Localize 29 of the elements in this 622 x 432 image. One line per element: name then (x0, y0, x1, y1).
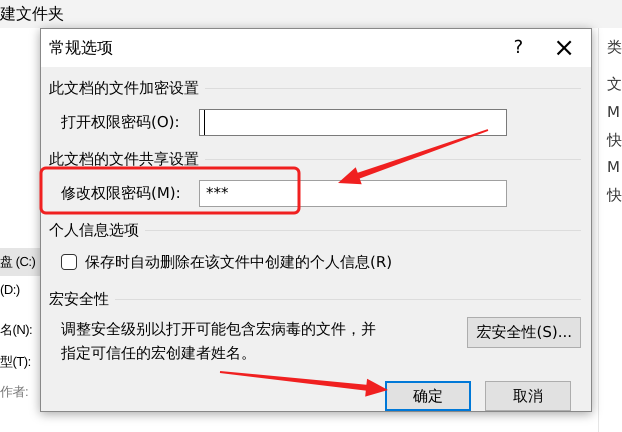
field-label: 名(N): (0, 321, 34, 339)
details-label: 快 (607, 185, 622, 206)
help-button[interactable]: ? (500, 38, 538, 57)
dialog-title: 常规选项 (49, 36, 114, 59)
description-text: 调整安全级别以打开可能包含宏病毒的文件，并指定可信任的宏创建者姓名。 (61, 319, 377, 364)
field-label: 型(T): (0, 353, 32, 371)
toolbar-button[interactable]: 建文件夹 (0, 0, 622, 28)
dialog-button[interactable]: 取消 (485, 381, 571, 411)
details-label: M (607, 102, 621, 123)
drive-item[interactable]: 盘 (C:) (0, 248, 40, 276)
section-heading: 个人信息选项 (49, 220, 139, 242)
section-heading: 此文档的文件加密设置 (49, 78, 199, 100)
checkbox-label: 保存时自动删除在该文件中创建的个人信息(R) (85, 252, 392, 272)
section-heading: 此文档的文件共享设置 (49, 149, 199, 170)
details-label: 文 (607, 74, 622, 95)
author-label: 作者: (0, 383, 30, 401)
macro-security-button[interactable]: 宏安全性(S)... (467, 317, 581, 348)
checkbox[interactable] (61, 254, 77, 270)
details-label: 快 (607, 130, 622, 150)
section-heading: 宏安全性 (49, 288, 109, 310)
dialog-button[interactable]: 确定 (385, 381, 471, 411)
details-label: M (607, 157, 621, 178)
close-button[interactable]: × (537, 34, 591, 61)
password-field[interactable]: *** (199, 180, 507, 206)
password-field[interactable] (199, 108, 507, 136)
field-label: 修改权限密码(M): (61, 182, 182, 204)
column-header[interactable]: 类 (607, 36, 622, 58)
field-label: 打开权限密码(O): (61, 112, 181, 133)
drive-item[interactable]: (D:) (0, 276, 40, 304)
